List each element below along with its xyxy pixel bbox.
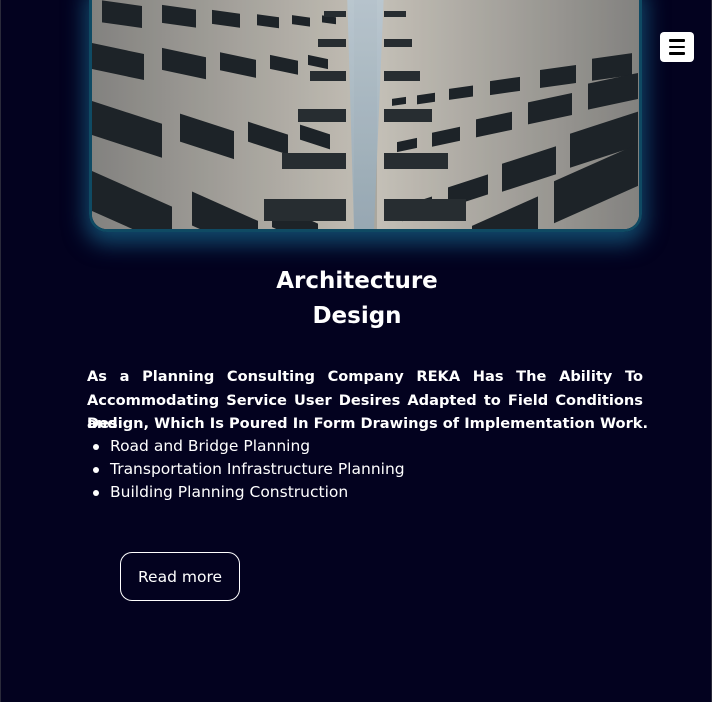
- service-title: Architecture Design: [1, 264, 712, 334]
- service-page: Architecture Design As a Planning Consul…: [0, 0, 712, 702]
- menu-bar: [669, 45, 685, 49]
- list-item: Road and Bridge Planning: [87, 435, 405, 458]
- menu-bar: [669, 52, 685, 55]
- read-more-button[interactable]: Read more: [120, 552, 240, 601]
- menu-bar: [669, 39, 685, 42]
- list-item: Transportation Infrastructure Planning: [87, 458, 405, 481]
- service-description-last-line: Design, Which Is Poured In Form Drawings…: [87, 415, 649, 432]
- building-facade-image: [92, 0, 639, 229]
- list-item: Building Planning Construction: [87, 481, 405, 504]
- hero-image-frame: [89, 0, 642, 232]
- service-items-list: Road and Bridge Planning Transportation …: [87, 435, 405, 504]
- title-line-1: Architecture: [276, 268, 438, 294]
- hamburger-menu-icon[interactable]: [660, 32, 694, 62]
- title-line-2: Design: [312, 303, 402, 329]
